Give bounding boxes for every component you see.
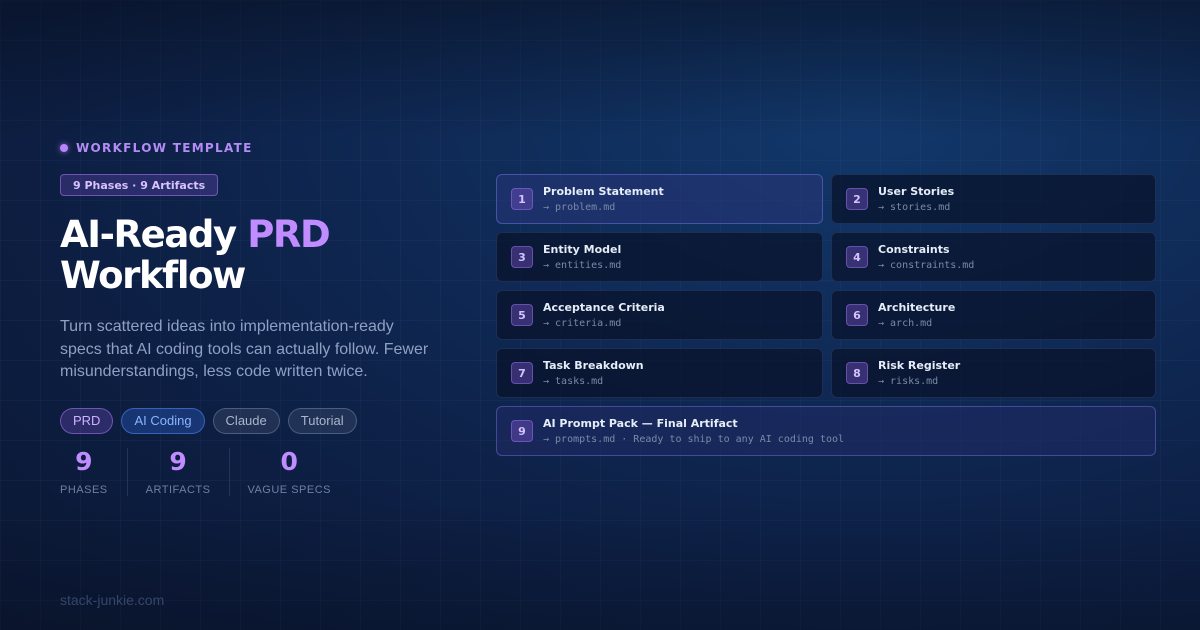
phase-title: User Stories (878, 184, 955, 198)
tag-prd[interactable]: PRD (60, 407, 114, 434)
phase-card-acceptance-criteria[interactable]: 5 Acceptance Criteria → criteria.md (496, 290, 823, 340)
phase-number-badge: 1 (511, 188, 533, 210)
description: Turn scattered ideas into implementation… (60, 318, 429, 380)
footer-site-link[interactable]: stack-junkie.com (60, 592, 164, 608)
phase-text: Risk Register → risks.md (878, 359, 960, 388)
title-part-2: Workflow (60, 254, 246, 297)
phase-text: Task Breakdown → tasks.md (543, 359, 644, 388)
title-accent: PRD (247, 213, 331, 256)
phase-text: Problem Statement → problem.md (543, 185, 664, 214)
phase-title: Problem Statement (543, 184, 664, 198)
phase-title: Architecture (878, 300, 956, 314)
phase-card-problem-statement[interactable]: 1 Problem Statement → problem.md (496, 174, 823, 224)
phase-card-ai-prompt-pack[interactable]: 9 AI Prompt Pack — Final Artifact → prom… (496, 406, 1156, 456)
phase-number-badge: 7 (511, 362, 533, 384)
phase-number-badge: 2 (846, 188, 868, 210)
stat-value: 9 (169, 446, 187, 476)
eyebrow-dot-icon (60, 144, 68, 152)
stats-row: 9 PHASES 9 ARTIFACTS 0 VAGUE SPECS (60, 446, 460, 496)
stat-phases: 9 PHASES (60, 446, 127, 496)
stat-label: PHASES (60, 483, 108, 496)
phase-card-user-stories[interactable]: 2 User Stories → stories.md (831, 174, 1156, 224)
phase-text: AI Prompt Pack — Final Artifact → prompt… (543, 417, 844, 446)
phase-title: AI Prompt Pack — Final Artifact (543, 416, 738, 430)
eyebrow: WORKFLOW TEMPLATE (60, 141, 460, 155)
tag-tutorial[interactable]: Tutorial (287, 407, 357, 434)
phase-card-risk-register[interactable]: 8 Risk Register → risks.md (831, 348, 1156, 398)
phase-title: Task Breakdown (543, 358, 644, 372)
hero-panel: WORKFLOW TEMPLATE 9 Phases · 9 Artifacts… (60, 141, 460, 496)
title-part-1: AI-Ready (60, 213, 237, 256)
tag-list: PRD AI Coding Claude Tutorial (60, 407, 460, 434)
stat-vague-specs: 0 VAGUE SPECS (229, 446, 331, 496)
tag-ai-coding[interactable]: AI Coding (121, 407, 205, 434)
phase-number-badge: 9 (511, 420, 533, 442)
eyebrow-label: WORKFLOW TEMPLATE (76, 141, 253, 155)
phase-title: Risk Register (878, 358, 961, 372)
phase-text: Architecture → arch.md (878, 301, 955, 330)
phase-number-badge: 5 (511, 304, 533, 326)
phase-artifact-file: → constraints.md (878, 259, 975, 271)
phase-card-task-breakdown[interactable]: 7 Task Breakdown → tasks.md (496, 348, 823, 398)
phase-artifact-file: → arch.md (878, 317, 933, 329)
phase-artifact-file: → entities.md (543, 259, 622, 271)
tag-claude[interactable]: Claude (212, 407, 280, 434)
phase-number-badge: 6 (846, 304, 868, 326)
stat-label: ARTIFACTS (145, 483, 211, 496)
phase-number-badge: 4 (846, 246, 868, 268)
phase-artifact-file: → stories.md (878, 201, 951, 213)
phase-title: Acceptance Criteria (543, 300, 665, 314)
phase-text: Entity Model → entities.md (543, 243, 621, 272)
phase-artifact-file: → risks.md (878, 375, 939, 387)
phase-number-badge: 3 (511, 246, 533, 268)
phase-title: Constraints (878, 242, 950, 256)
phase-text: User Stories → stories.md (878, 185, 954, 214)
phase-artifact-file: → criteria.md (543, 317, 622, 329)
phase-number-badge: 8 (846, 362, 868, 384)
phases-artifacts-pill: 9 Phases · 9 Artifacts (60, 174, 219, 196)
phase-text: Constraints → constraints.md (878, 243, 974, 272)
phase-artifact-file: → tasks.md (543, 375, 604, 387)
phase-card-entity-model[interactable]: 3 Entity Model → entities.md (496, 232, 823, 282)
page-title: AI-Ready PRD Workflow (60, 214, 460, 296)
stat-value: 0 (280, 446, 298, 476)
phase-artifact-file: → prompts.md · Ready to ship to any AI c… (543, 433, 845, 445)
stat-artifacts: 9 ARTIFACTS (126, 446, 230, 496)
phase-grid: 1 Problem Statement → problem.md 2 User … (496, 174, 1156, 456)
stat-value: 9 (75, 446, 93, 476)
phase-card-architecture[interactable]: 6 Architecture → arch.md (831, 290, 1156, 340)
phase-artifact-file: → problem.md (543, 201, 616, 213)
phase-text: Acceptance Criteria → criteria.md (543, 301, 665, 330)
stat-label: VAGUE SPECS (247, 483, 331, 496)
phase-title: Entity Model (543, 242, 622, 256)
phase-card-constraints[interactable]: 4 Constraints → constraints.md (831, 232, 1156, 282)
